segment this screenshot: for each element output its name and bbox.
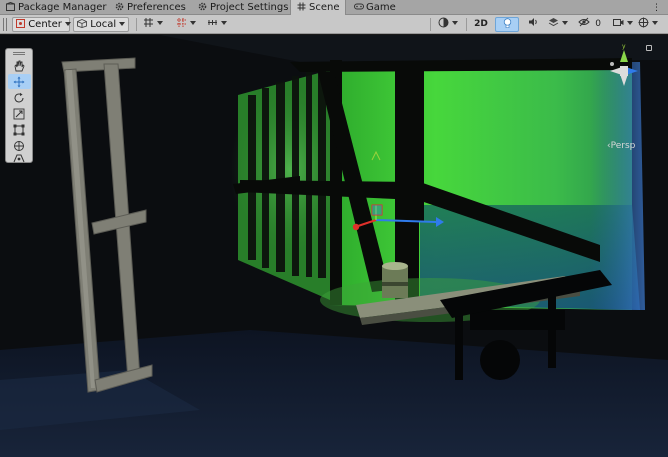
ruler-icon [208,20,217,25]
scene-audio-toggle[interactable] [524,17,542,32]
editor-tab-bar: Package Manager Preferences Project Sett… [0,0,668,16]
scene-camera-dropdown[interactable] [613,17,633,32]
chevron-down-icon [119,22,126,26]
gizmo-icon [638,17,649,28]
lock-icon[interactable] [646,45,652,51]
tab-label: Scene [309,2,340,13]
chevron-down-icon [652,21,658,25]
tab-label: Game [366,2,396,13]
mode-2d-toggle[interactable]: 2D [472,17,490,32]
grid-icon [297,1,306,11]
move-icon [13,76,25,88]
palette-grip-icon[interactable] [13,52,25,55]
scale-tool[interactable] [8,106,31,121]
chevron-down-icon [562,21,568,25]
chevron-down-icon [627,21,633,25]
svg-text:y: y [622,43,626,50]
lightbulb-icon [503,18,511,28]
scene-orientation-gizmo[interactable]: y [604,42,644,92]
tab-scene[interactable]: Scene [290,0,346,16]
shaded-sphere-icon [438,17,449,28]
gear-icon [115,1,124,11]
rotate-tool[interactable] [8,90,31,105]
tab-package-manager[interactable]: Package Manager [6,0,106,15]
gamepad-icon [354,1,364,10]
audio-icon [528,18,537,26]
projection-label[interactable]: ‹Persp [607,141,635,151]
pivot-label: Center [28,19,62,30]
gizmos-dropdown[interactable] [638,17,664,32]
chevron-down-icon [221,21,227,25]
hidden-objects-toggle[interactable]: 0 [578,17,608,32]
draw-mode-dropdown[interactable] [438,17,464,32]
handle-space-dropdown[interactable]: Local [73,17,129,32]
custom-tool-icon [13,154,25,163]
chevron-down-icon [190,21,196,25]
layers-icon [548,18,559,27]
tools-palette [5,48,33,163]
pivot-icon [16,19,25,28]
hand-icon [14,60,25,72]
tab-label: Package Manager [18,2,107,13]
transform-icon [14,141,24,151]
pivot-center-dropdown[interactable]: Center [12,17,71,32]
mode-2d-label: 2D [474,19,488,29]
chevron-down-icon [452,21,458,25]
scene-toolbar: Center Local 2D 0 [0,15,668,34]
grid-icon [144,18,153,27]
transform-tool[interactable] [8,138,31,153]
chevron-down-icon [157,21,163,25]
rotate-icon [14,92,24,103]
tab-game[interactable]: Game [354,0,396,15]
camera-icon [613,19,624,26]
custom-editor-tool[interactable] [8,154,31,163]
cube-icon [77,19,87,28]
scene-viewport[interactable]: y ‹Persp [0,35,668,457]
rect-tool[interactable] [8,122,31,137]
space-label: Local [90,19,117,30]
snap-grid-icon [177,18,186,27]
tab-preferences[interactable]: Preferences [115,0,186,15]
effects-dropdown[interactable] [548,17,572,32]
increment-snap-dropdown[interactable] [207,17,235,32]
scale-icon [13,108,25,120]
chevron-down-icon [64,22,71,26]
tab-menu-icon[interactable]: ⋮ [652,1,661,16]
hand-tool[interactable] [8,58,31,73]
scene-render [0,35,668,457]
package-icon [6,1,15,11]
move-tool[interactable] [8,74,31,89]
eye-slash-icon [578,17,590,27]
scene-lighting-toggle[interactable] [495,17,519,32]
tab-project-settings[interactable]: Project Settings [198,0,288,15]
toolbar-grip-icon[interactable] [3,18,7,31]
tab-label: Project Settings [210,2,289,13]
rect-transform-icon [13,124,25,136]
grid-visibility-dropdown[interactable] [143,17,171,32]
grid-snapping-dropdown[interactable] [176,17,204,32]
tab-label: Preferences [127,2,186,13]
gear-icon [198,1,207,11]
